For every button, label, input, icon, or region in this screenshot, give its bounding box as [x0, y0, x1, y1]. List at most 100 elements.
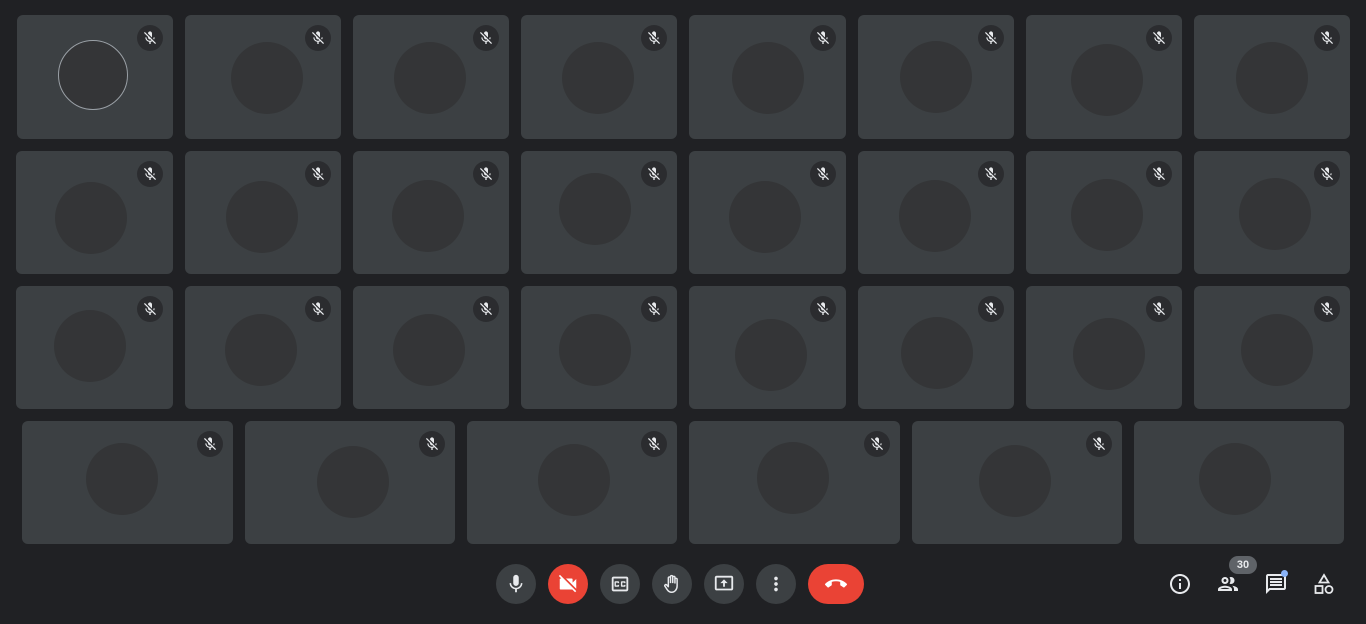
- participant-tile[interactable]: [353, 151, 509, 274]
- participant-tile[interactable]: [17, 15, 173, 139]
- microphone-icon: [509, 574, 523, 593]
- participant-tile[interactable]: [689, 151, 846, 274]
- tile-row-4: [0, 421, 1366, 544]
- muted-mic-icon: [1146, 161, 1172, 187]
- camera-toggle-button[interactable]: [548, 564, 588, 604]
- participant-avatar: [562, 42, 634, 114]
- raise-hand-icon: [664, 574, 678, 593]
- tile-row-1: [0, 15, 1366, 139]
- present-screen-icon: [714, 575, 734, 591]
- tile-row-3: [0, 286, 1366, 409]
- participant-tile[interactable]: [858, 286, 1014, 409]
- muted-mic-icon: [473, 25, 499, 51]
- participant-avatar: [900, 41, 972, 113]
- people-icon: [1218, 577, 1238, 591]
- participant-tile[interactable]: [1194, 151, 1350, 274]
- hang-up-icon: [825, 579, 847, 588]
- participant-avatar: [1241, 314, 1313, 386]
- participant-avatar: [979, 445, 1051, 517]
- muted-mic-icon: [978, 161, 1004, 187]
- participant-avatar: [1236, 42, 1308, 114]
- muted-mic-icon: [473, 296, 499, 322]
- participant-tile[interactable]: [353, 15, 509, 139]
- people-button[interactable]: [1210, 566, 1246, 602]
- participant-tile[interactable]: [185, 286, 341, 409]
- more-options-icon: [774, 576, 778, 592]
- participant-avatar: [732, 42, 804, 114]
- participant-avatar: [55, 182, 127, 254]
- muted-mic-icon: [1314, 25, 1340, 51]
- leave-call-button[interactable]: [808, 564, 864, 604]
- participant-avatar: [225, 314, 297, 386]
- muted-mic-icon: [137, 161, 163, 187]
- muted-mic-icon: [1314, 296, 1340, 322]
- muted-mic-icon: [1146, 296, 1172, 322]
- participant-tile[interactable]: [245, 421, 455, 544]
- muted-mic-icon: [810, 296, 836, 322]
- participant-tile[interactable]: [1026, 15, 1182, 139]
- participant-tile[interactable]: [1194, 15, 1350, 139]
- muted-mic-icon: [641, 431, 667, 457]
- participant-tile[interactable]: [467, 421, 677, 544]
- participant-tile[interactable]: [185, 151, 341, 274]
- participant-tile[interactable]: [1026, 151, 1182, 274]
- muted-mic-icon: [197, 431, 223, 457]
- participant-tile[interactable]: [1026, 286, 1182, 409]
- participant-tile[interactable]: [185, 15, 341, 139]
- activities-button[interactable]: [1306, 566, 1342, 602]
- muted-mic-icon: [1146, 25, 1172, 51]
- participant-avatar: [559, 173, 631, 245]
- participant-avatar: [1199, 443, 1271, 515]
- participant-tile[interactable]: [353, 286, 509, 409]
- participant-tile[interactable]: [689, 15, 846, 139]
- muted-mic-icon: [1086, 431, 1112, 457]
- participant-avatar: [54, 310, 126, 382]
- muted-mic-icon: [305, 161, 331, 187]
- participant-tile[interactable]: [1194, 286, 1350, 409]
- meeting-stage: 30: [0, 0, 1366, 624]
- participant-tile[interactable]: [689, 286, 846, 409]
- participant-avatar: [86, 443, 158, 515]
- participant-tile[interactable]: [858, 151, 1014, 274]
- present-screen-button[interactable]: [704, 564, 744, 604]
- participant-avatar: [559, 314, 631, 386]
- muted-mic-icon: [641, 161, 667, 187]
- participant-avatar: [729, 181, 801, 253]
- participant-avatar: [735, 319, 807, 391]
- muted-mic-icon: [419, 431, 445, 457]
- participant-tile[interactable]: [16, 286, 173, 409]
- chat-button[interactable]: [1258, 566, 1294, 602]
- muted-mic-icon: [978, 25, 1004, 51]
- participant-tile[interactable]: [912, 421, 1122, 544]
- muted-mic-icon: [137, 25, 163, 51]
- participant-avatar: [1071, 179, 1143, 251]
- participant-tile[interactable]: [689, 421, 900, 544]
- muted-mic-icon: [810, 161, 836, 187]
- participant-tile[interactable]: [858, 15, 1014, 139]
- participant-tile[interactable]: [521, 151, 677, 274]
- muted-mic-icon: [305, 25, 331, 51]
- participant-avatar: [58, 40, 128, 110]
- captions-icon: [611, 576, 629, 592]
- meeting-info-button[interactable]: [1162, 566, 1198, 602]
- more-options-button[interactable]: [756, 564, 796, 604]
- participant-tile[interactable]: [521, 15, 677, 139]
- muted-mic-icon: [810, 25, 836, 51]
- captions-button[interactable]: [600, 564, 640, 604]
- participant-avatar: [392, 180, 464, 252]
- muted-mic-icon: [641, 25, 667, 51]
- microphone-button[interactable]: [496, 564, 536, 604]
- camera-off-icon: [558, 574, 577, 593]
- unread-indicator: [1281, 570, 1288, 577]
- participant-avatar: [226, 181, 298, 253]
- participant-avatar: [899, 180, 971, 252]
- participant-avatar: [1073, 318, 1145, 390]
- raise-hand-button[interactable]: [652, 564, 692, 604]
- participant-avatar: [538, 444, 610, 516]
- participant-tile[interactable]: [521, 286, 677, 409]
- participant-tile[interactable]: [16, 151, 173, 274]
- participant-tile[interactable]: [1134, 421, 1344, 544]
- participant-tile[interactable]: [22, 421, 233, 544]
- participant-avatar: [317, 446, 389, 518]
- muted-mic-icon: [978, 296, 1004, 322]
